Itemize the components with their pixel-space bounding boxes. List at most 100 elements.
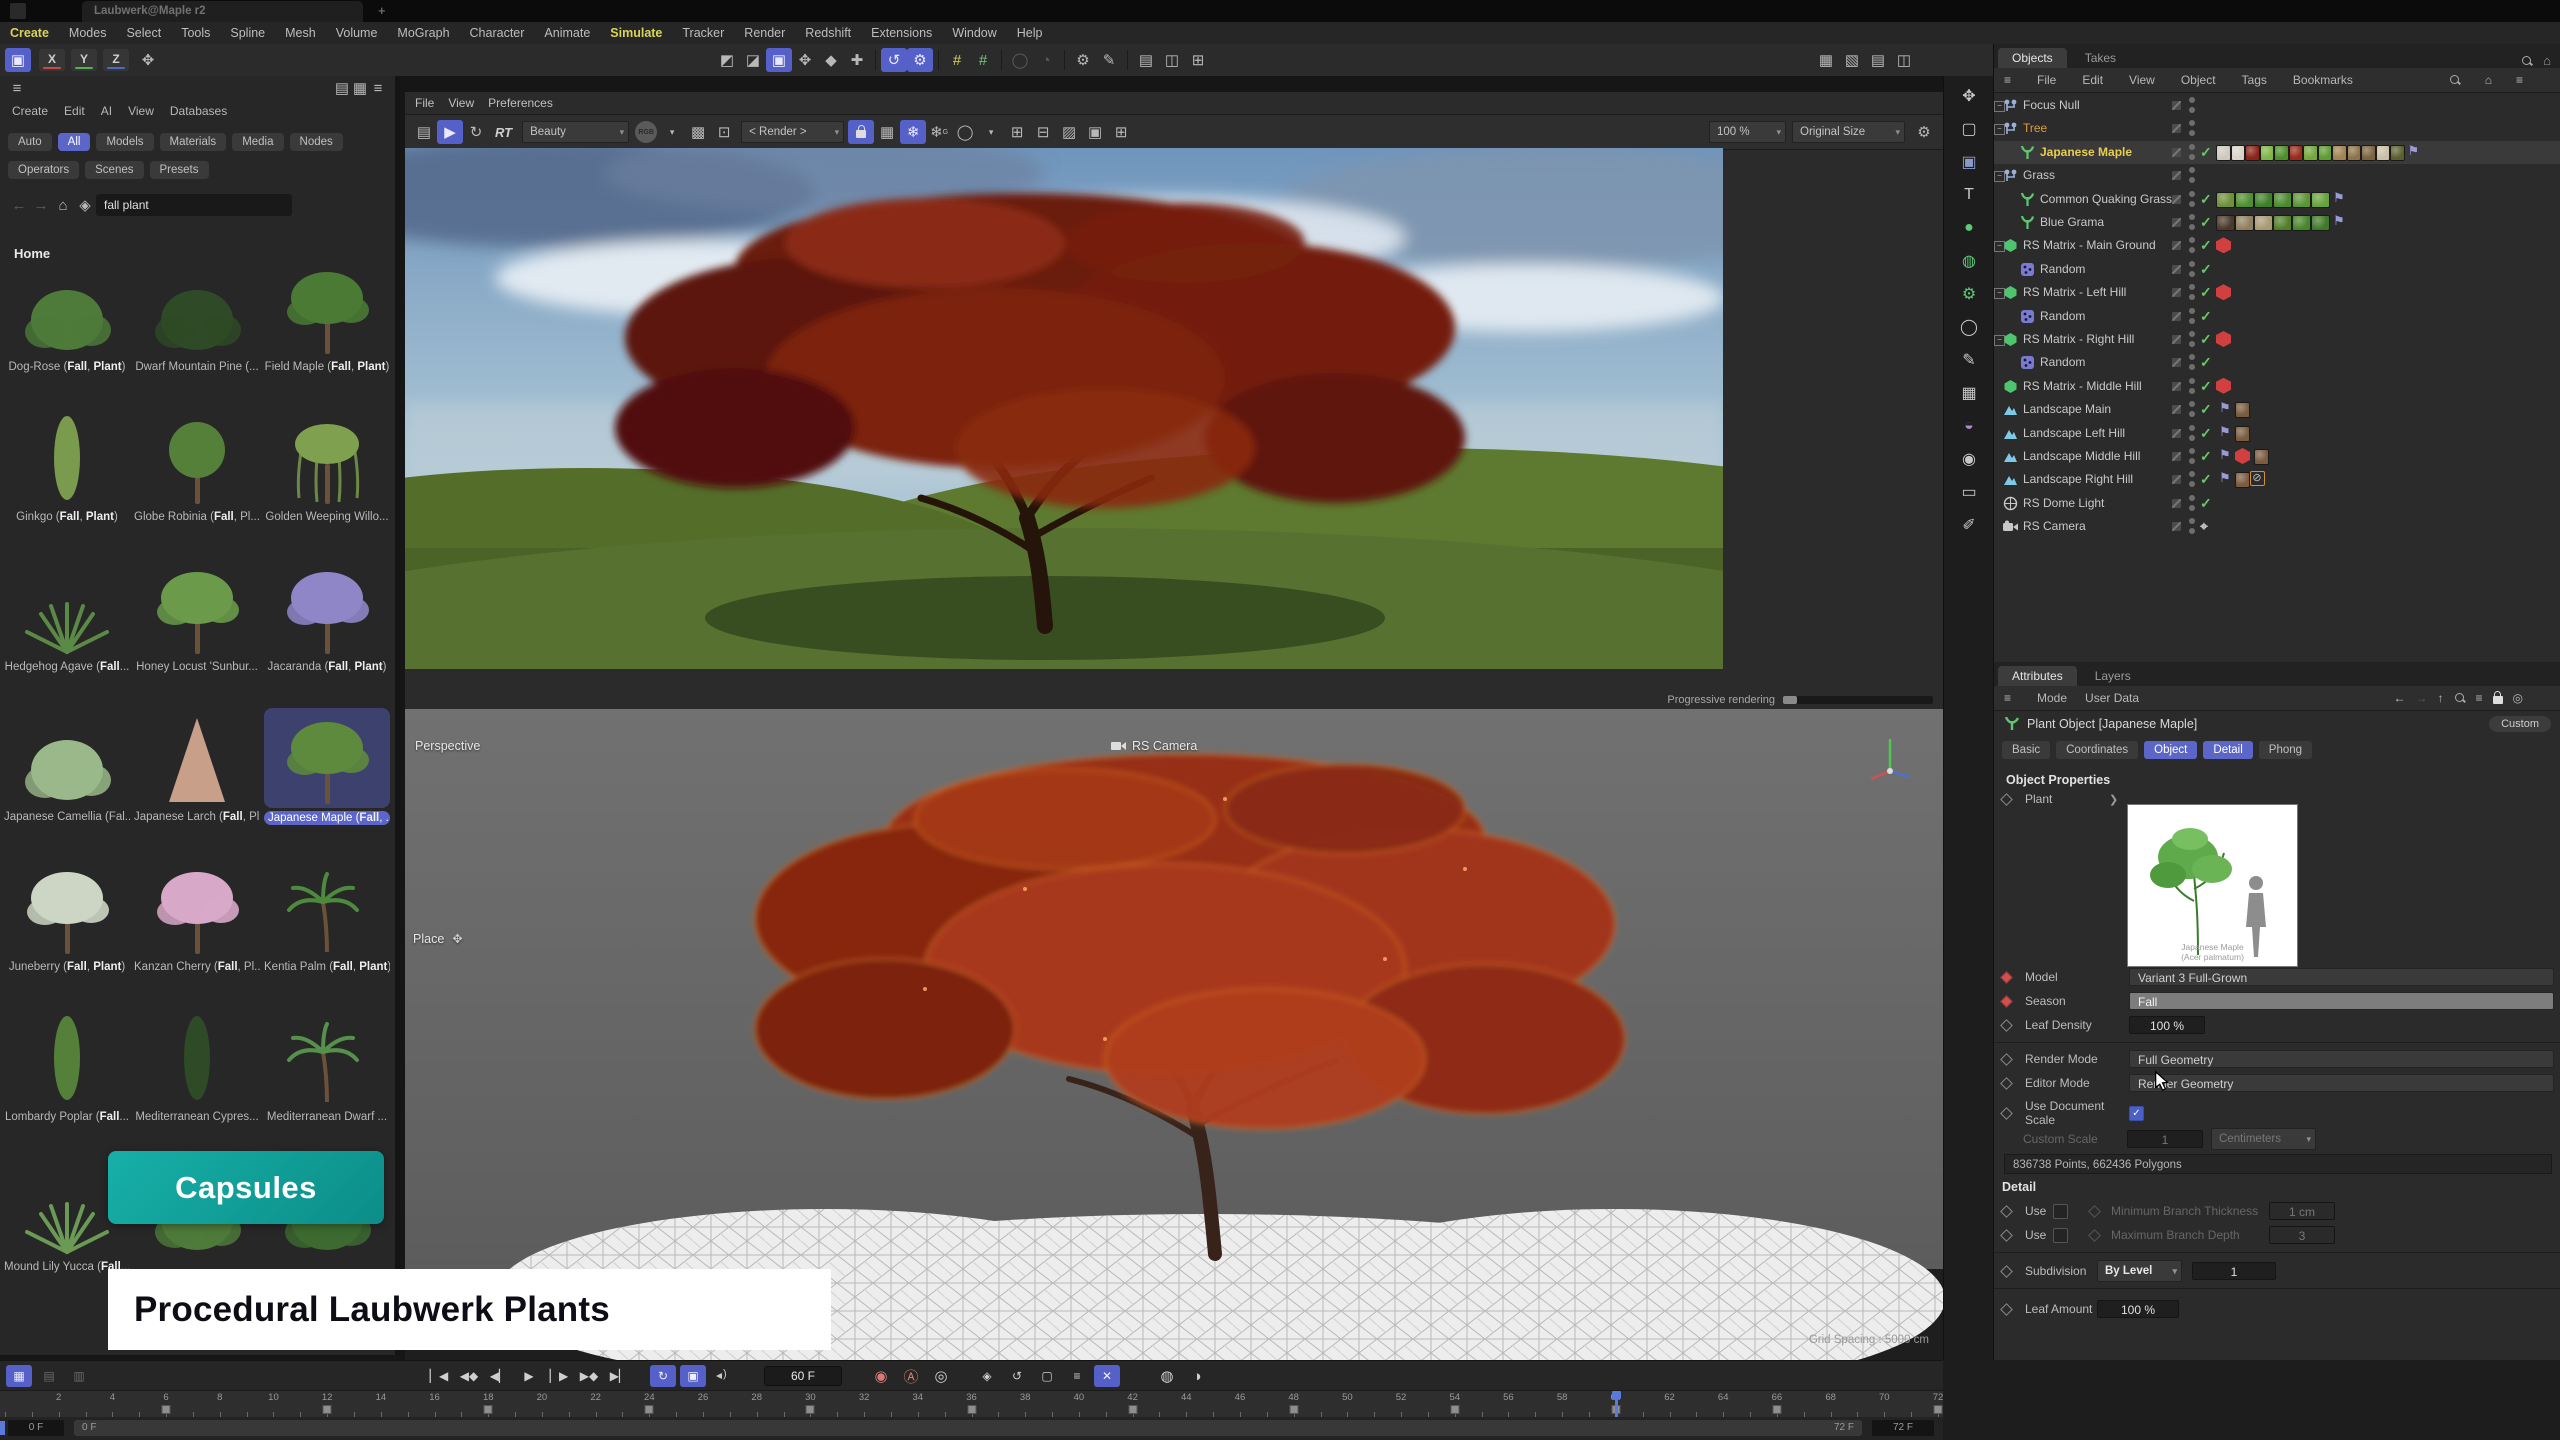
enabled-check-icon[interactable]: ✓: [2200, 284, 2212, 301]
layer-color-box[interactable]: [2172, 148, 2181, 157]
toolbar-icon-14[interactable]: ◔: [1033, 48, 1059, 72]
text-tool-icon[interactable]: T: [1954, 182, 1984, 208]
object-row-landscape-middle-hill[interactable]: Landscape Middle Hill✓⚑: [1994, 445, 2560, 468]
visibility-dots[interactable]: [2189, 425, 2195, 442]
asset-item-dwarf[interactable]: Dwarf Mountain Pine (...: [134, 258, 260, 373]
object-row-blue-grama[interactable]: Blue Grama✓⚑: [1994, 211, 2560, 234]
visibility-dots[interactable]: [2189, 448, 2195, 465]
key-pla-button[interactable]: ✕: [1094, 1365, 1120, 1387]
move-tool-icon[interactable]: ✥: [1954, 83, 1984, 109]
object-row-rs-matrix-left-hill[interactable]: −RS Matrix - Left Hill✓: [1994, 281, 2560, 304]
material-chip[interactable]: [2347, 145, 2362, 161]
annotation-flag-icon[interactable]: ⚑: [2219, 470, 2231, 486]
tab-takes[interactable]: Takes: [2071, 48, 2130, 68]
snapshot-g-icon[interactable]: ❄G: [926, 120, 952, 144]
layer-color-box[interactable]: [2172, 499, 2181, 508]
asset-item-golden[interactable]: Golden Weeping Willo...: [264, 408, 390, 523]
material-chip[interactable]: [2318, 145, 2333, 161]
toolbar-icon-20[interactable]: ◫: [1159, 48, 1185, 72]
layer-color-box[interactable]: [2172, 522, 2181, 531]
asset-item-kanzan[interactable]: Kanzan Cherry (Fall, Pl...: [134, 858, 260, 973]
use1-keyframe[interactable]: [2000, 1205, 2013, 1218]
material-chip[interactable]: [2361, 145, 2376, 161]
attribute-menu-icon[interactable]: ≡: [2004, 691, 2011, 705]
material-chip[interactable]: [2292, 215, 2311, 231]
attribute-search-icon[interactable]: [2454, 692, 2466, 704]
material-chip[interactable]: [2260, 145, 2275, 161]
material-chip[interactable]: [2235, 215, 2254, 231]
sphere-green-icon[interactable]: ●: [1954, 215, 1984, 241]
annotation-flag-icon[interactable]: ⚑: [2219, 447, 2231, 463]
use-document-scale-checkbox[interactable]: ✓: [2129, 1106, 2144, 1121]
annotation-flag-icon[interactable]: ⚑: [2333, 190, 2345, 206]
custom-button[interactable]: Custom: [2489, 716, 2551, 732]
visibility-dots[interactable]: [2189, 167, 2195, 184]
search-icon[interactable]: [2521, 55, 2533, 67]
magnet-tool-icon[interactable]: ◒: [1954, 413, 1984, 439]
menu-item-character[interactable]: Character: [470, 26, 525, 40]
object-menu-icon[interactable]: ≡: [2004, 73, 2011, 87]
enabled-check-icon[interactable]: ✓: [2200, 261, 2212, 278]
model-keyframe[interactable]: [2000, 971, 2013, 984]
keyframe-diamond[interactable]: [2000, 793, 2013, 806]
layer-color-box[interactable]: [2172, 335, 2181, 344]
season-slider[interactable]: Fall: [2129, 992, 2554, 1010]
object-search-icon[interactable]: [2449, 74, 2461, 86]
use2-keyframe[interactable]: [2000, 1229, 2013, 1242]
asset-item-mediterranean[interactable]: Mediterranean Cypres...: [134, 1008, 260, 1123]
home-icon[interactable]: ⌂: [2543, 53, 2551, 68]
asset-view-icon-2[interactable]: ≡: [369, 76, 387, 100]
object-row-japanese-maple[interactable]: Japanese Maple✓⚑: [1994, 141, 2560, 164]
asset-browser-menu-icon[interactable]: ≡: [8, 76, 26, 100]
visibility-dots[interactable]: [2189, 214, 2195, 231]
layer-color-box[interactable]: [2172, 429, 2181, 438]
next-key-button[interactable]: ▶◆: [576, 1365, 602, 1387]
bottom-left-icon-2[interactable]: ▥: [66, 1365, 92, 1387]
asset-search-input[interactable]: fall plant: [96, 194, 292, 216]
material-chip[interactable]: [2235, 472, 2250, 488]
material-chip[interactable]: [2303, 145, 2318, 161]
menu-item-create[interactable]: Create: [10, 26, 49, 40]
toolbar-right-icon-1[interactable]: ▧: [1839, 48, 1865, 72]
autokey-button[interactable]: Ⓐ: [898, 1365, 924, 1387]
record-keyframe-button[interactable]: ◉: [868, 1365, 894, 1387]
attr-tab-detail[interactable]: Detail: [2203, 741, 2252, 759]
menu-item-volume[interactable]: Volume: [336, 26, 378, 40]
asset-menu-databases[interactable]: Databases: [170, 104, 227, 118]
toolbar-icon-5[interactable]: ✚: [844, 48, 870, 72]
asset-filter-operators[interactable]: Operators: [8, 161, 79, 179]
layer-color-box[interactable]: [2172, 195, 2181, 204]
model-dropdown[interactable]: Variant 3 Full-Grown: [2129, 968, 2554, 986]
target-icon[interactable]: ◎: [2513, 691, 2523, 705]
asset-filter-all[interactable]: All: [58, 133, 91, 151]
coordinate-system-icon[interactable]: ✥: [135, 48, 161, 72]
axis-lock-x[interactable]: X: [39, 49, 65, 71]
toolbar-icon-16[interactable]: ⚙: [1070, 48, 1096, 72]
asset-item-globe[interactable]: Globe Robinia (Fall, Pl...: [134, 408, 260, 523]
leaf-density-input[interactable]: 100 %: [2129, 1016, 2205, 1034]
asset-item-japanese[interactable]: Japanese Maple (Fall, ...: [264, 708, 390, 825]
visibility-dots[interactable]: [2189, 495, 2195, 512]
preview-range-bar[interactable]: 0 F72 F: [74, 1420, 1862, 1436]
channel-dropdown-icon[interactable]: ▾: [659, 120, 685, 144]
toolbar-icon-11[interactable]: #: [970, 48, 996, 72]
toolbar-right-icon-3[interactable]: ◫: [1891, 48, 1917, 72]
menu-item-redshift[interactable]: Redshift: [805, 26, 851, 40]
toolbar-icon-19[interactable]: ▤: [1133, 48, 1159, 72]
toolbar-icon-2[interactable]: ▣: [766, 48, 792, 72]
keyframe-selection-button[interactable]: ◎: [928, 1365, 954, 1387]
render-menu-file[interactable]: File: [415, 96, 434, 110]
forward-arrow-icon[interactable]: →: [2416, 691, 2428, 705]
toolbar-icon-4[interactable]: ◆: [818, 48, 844, 72]
film-icon[interactable]: ▤: [411, 120, 437, 144]
editor-mode-keyframe[interactable]: [2000, 1077, 2013, 1090]
toolbar-icon-10[interactable]: #: [944, 48, 970, 72]
render-settings-gear-icon[interactable]: ⚙: [1911, 120, 1937, 144]
rect-tool-icon[interactable]: ▢: [1954, 116, 1984, 142]
asset-filter-auto[interactable]: Auto: [8, 133, 52, 151]
layer-color-box[interactable]: [2172, 288, 2181, 297]
leaf-density-keyframe[interactable]: [2000, 1019, 2013, 1032]
asset-item-jacaranda[interactable]: Jacaranda (Fall, Plant): [264, 558, 390, 673]
material-chip[interactable]: [2231, 145, 2246, 161]
menu-item-mograph[interactable]: MoGraph: [397, 26, 449, 40]
